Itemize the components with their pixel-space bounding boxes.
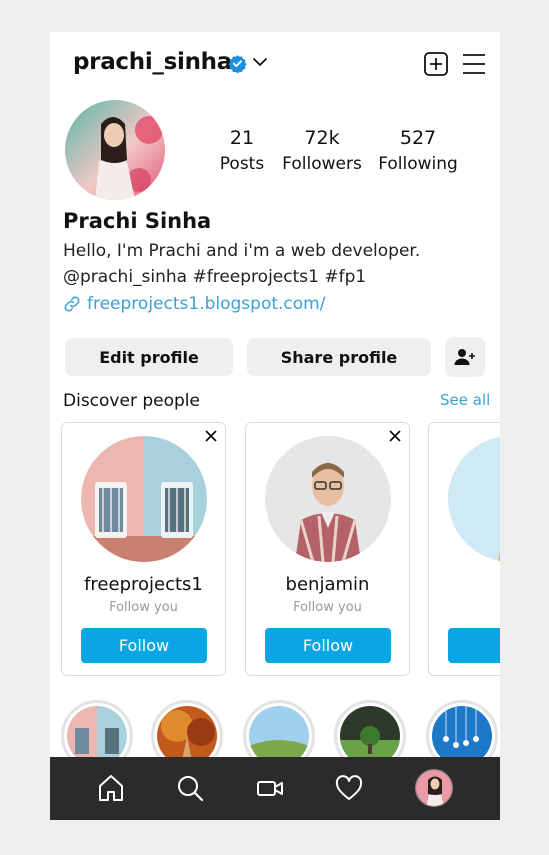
- link-icon: [64, 296, 80, 312]
- nav-profile-avatar[interactable]: [415, 769, 453, 807]
- following-stat[interactable]: 527 Following: [375, 126, 461, 176]
- bio-line: Hello, I'm Prachi and i'm a web develope…: [63, 241, 421, 261]
- verified-badge-icon: [228, 55, 247, 73]
- posts-stat[interactable]: 21 Posts: [210, 126, 274, 176]
- dismiss-icon[interactable]: [204, 429, 218, 443]
- add-person-icon: [454, 349, 475, 365]
- posts-count: 21: [229, 127, 255, 149]
- see-all-link[interactable]: See all: [440, 391, 490, 409]
- follow-button[interactable]: Follow: [265, 628, 391, 663]
- top-bar: prachi_sinha: [50, 32, 500, 96]
- search-icon[interactable]: [175, 773, 205, 803]
- add-post-icon[interactable]: [424, 52, 448, 76]
- suggestion-name: benjamin: [285, 574, 370, 595]
- follow-button[interactable]: Follow: [81, 628, 207, 663]
- suggestion-card: benjamin Follow you Follow: [245, 422, 410, 676]
- suggestion-avatar[interactable]: [448, 436, 500, 562]
- followers-stat[interactable]: 72k Followers: [277, 126, 367, 176]
- heart-icon[interactable]: [334, 773, 364, 803]
- hamburger-menu-icon[interactable]: [462, 53, 486, 75]
- suggestion-avatar[interactable]: [265, 436, 391, 562]
- followers-count: 72k: [304, 127, 340, 149]
- video-icon[interactable]: [255, 773, 285, 803]
- suggestion-subtext: Follow you: [293, 600, 362, 615]
- suggestion-avatar[interactable]: [81, 436, 207, 562]
- bio-tags: @prachi_sinha #freeprojects1 #fp1: [63, 267, 367, 287]
- home-icon[interactable]: [96, 773, 126, 803]
- discover-title: Discover people: [63, 391, 200, 411]
- followers-label: Followers: [282, 154, 362, 174]
- following-count: 527: [399, 127, 437, 149]
- suggestion-name: freeprojects1: [84, 574, 203, 595]
- edit-profile-button[interactable]: Edit profile: [65, 338, 233, 376]
- suggestion-subtext: Foll: [429, 600, 500, 615]
- chevron-down-icon[interactable]: [252, 56, 268, 68]
- suggestion-name: sa: [429, 574, 500, 595]
- following-label: Following: [378, 154, 458, 174]
- website-text: freeprojects1.blogspot.com/: [87, 294, 326, 314]
- website-link[interactable]: freeprojects1.blogspot.com/: [63, 294, 325, 314]
- suggestion-subtext: Follow you: [109, 600, 178, 615]
- profile-avatar[interactable]: [65, 100, 165, 200]
- username[interactable]: prachi_sinha: [73, 49, 232, 75]
- discover-people-button[interactable]: [445, 337, 485, 377]
- suggestions-carousel[interactable]: freeprojects1 Follow you Follow benjamin: [61, 422, 500, 678]
- posts-label: Posts: [219, 154, 265, 174]
- share-profile-button[interactable]: Share profile: [247, 338, 431, 376]
- suggestion-card: sa Foll Fo: [428, 422, 500, 676]
- bio: Hello, I'm Prachi and i'm a web develope…: [63, 238, 493, 290]
- bottom-nav: [50, 757, 500, 820]
- suggestion-card: freeprojects1 Follow you Follow: [61, 422, 226, 676]
- full-name: Prachi Sinha: [63, 209, 212, 233]
- follow-button[interactable]: Fo: [448, 628, 500, 663]
- dismiss-icon[interactable]: [388, 429, 402, 443]
- profile-screen: prachi_sinha 21 Posts 72k Followers 527 …: [50, 32, 500, 820]
